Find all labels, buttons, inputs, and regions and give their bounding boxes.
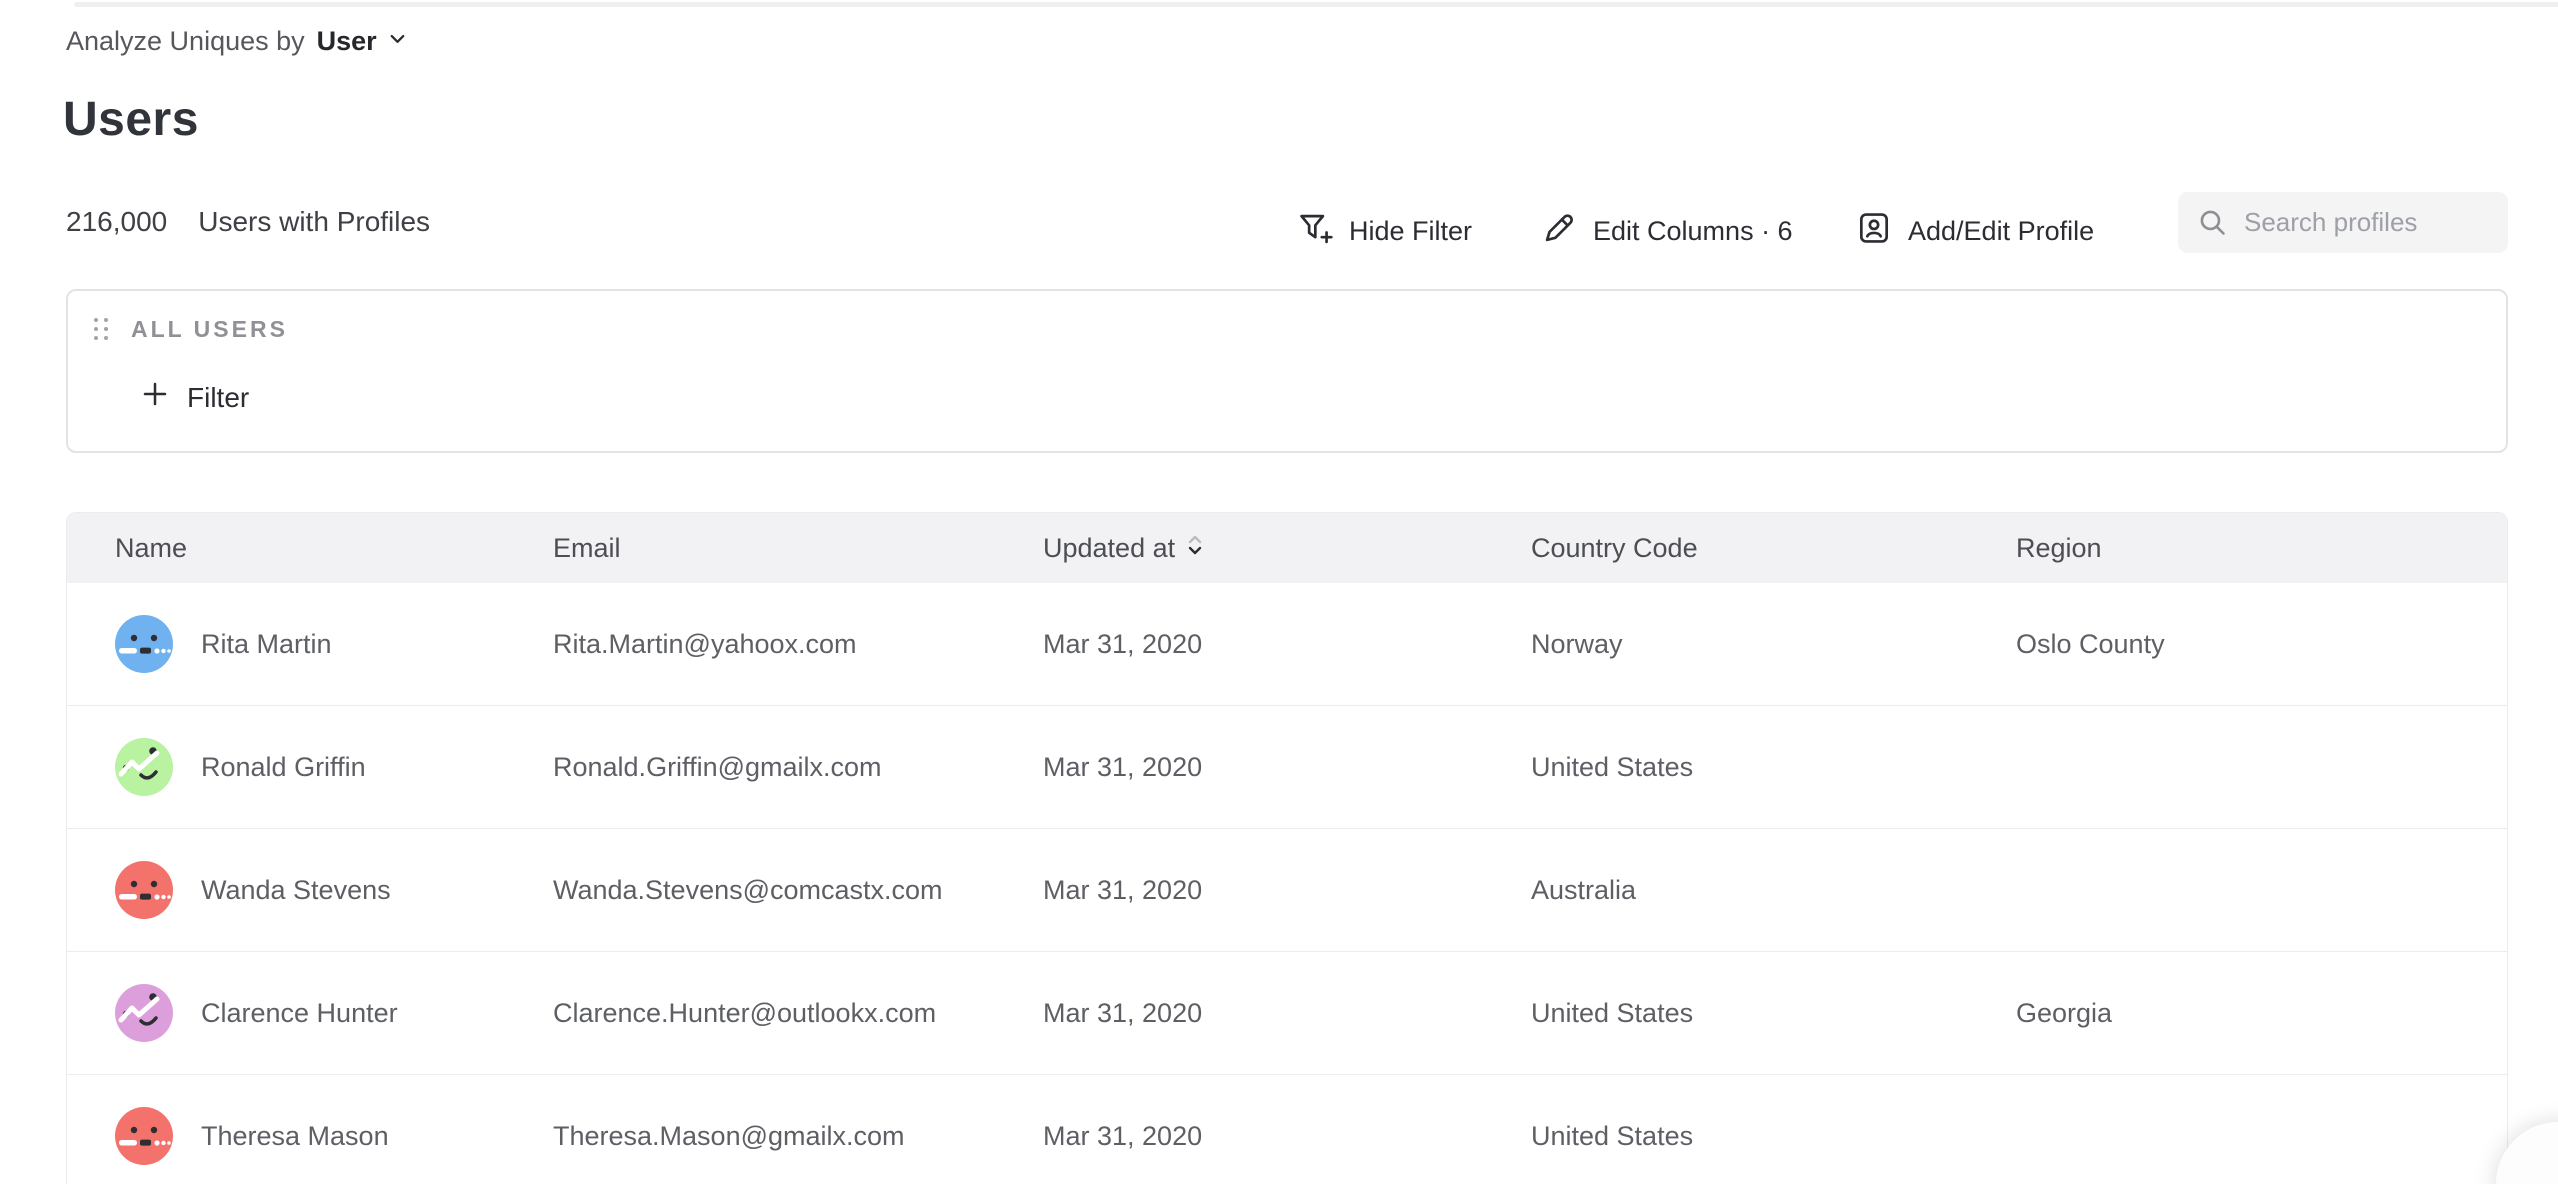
- filter-scope-label: ALL USERS: [131, 316, 288, 343]
- search-profiles-input[interactable]: [2178, 192, 2508, 253]
- avatar: [115, 1107, 173, 1165]
- user-email: Theresa.Mason@gmailx.com: [553, 1121, 1043, 1152]
- table-row[interactable]: Wanda Stevens Wanda.Stevens@comcastx.com…: [67, 829, 2507, 952]
- analyze-uniques-row: Analyze Uniques by User: [66, 26, 409, 57]
- add-edit-profile-label: Add/Edit Profile: [1908, 216, 2094, 247]
- user-country-code: United States: [1531, 1121, 2016, 1152]
- user-region: Georgia: [2016, 998, 2507, 1029]
- column-header-email[interactable]: Email: [553, 533, 1043, 564]
- user-country-code: United States: [1531, 998, 2016, 1029]
- plus-icon: [140, 379, 170, 416]
- user-email: Rita.Martin@yahoox.com: [553, 629, 1043, 660]
- user-email: Wanda.Stevens@comcastx.com: [553, 875, 1043, 906]
- page-title: Users: [63, 92, 199, 147]
- table-header-row: Name Email Updated at Country Code Regio…: [67, 513, 2507, 583]
- chevron-down-icon: [386, 26, 409, 57]
- column-header-region[interactable]: Region: [2016, 533, 2507, 564]
- user-name: Wanda Stevens: [201, 875, 391, 906]
- user-country-code: Australia: [1531, 875, 2016, 906]
- user-updated-at: Mar 31, 2020: [1043, 875, 1531, 906]
- analyze-uniques-label: Analyze Uniques by: [66, 26, 305, 57]
- pencil-icon: [1540, 209, 1578, 254]
- user-name: Theresa Mason: [201, 1121, 389, 1152]
- profile-count-row: 216,000 Users with Profiles: [66, 206, 430, 238]
- add-filter-button[interactable]: Filter: [140, 379, 249, 416]
- profile-count-label: Users with Profiles: [198, 206, 430, 238]
- user-country-code: United States: [1531, 752, 2016, 783]
- avatar: [115, 984, 173, 1042]
- hide-filter-label: Hide Filter: [1349, 216, 1472, 247]
- table-row[interactable]: Clarence Hunter Clarence.Hunter@outlookx…: [67, 952, 2507, 1075]
- user-email: Ronald.Griffin@gmailx.com: [553, 752, 1043, 783]
- column-header-updated-at[interactable]: Updated at: [1043, 532, 1531, 565]
- profile-card-icon: [1855, 209, 1893, 254]
- search-profiles: [2178, 192, 2508, 253]
- analyze-uniques-dropdown[interactable]: User: [317, 26, 409, 57]
- user-updated-at: Mar 31, 2020: [1043, 629, 1531, 660]
- drag-dots-icon[interactable]: [92, 316, 110, 342]
- user-updated-at: Mar 31, 2020: [1043, 998, 1531, 1029]
- user-email: Clarence.Hunter@outlookx.com: [553, 998, 1043, 1029]
- avatar: [115, 738, 173, 796]
- user-country-code: Norway: [1531, 629, 2016, 660]
- user-name: Ronald Griffin: [201, 752, 366, 783]
- add-edit-profile-button[interactable]: Add/Edit Profile: [1855, 198, 2094, 264]
- filter-panel: ALL USERS Filter: [66, 289, 2508, 453]
- table-row[interactable]: Theresa Mason Theresa.Mason@gmailx.com M…: [67, 1075, 2507, 1184]
- user-updated-at: Mar 31, 2020: [1043, 752, 1531, 783]
- avatar: [115, 861, 173, 919]
- avatar: [115, 615, 173, 673]
- user-name: Rita Martin: [201, 629, 332, 660]
- user-updated-at: Mar 31, 2020: [1043, 1121, 1531, 1152]
- users-table: Name Email Updated at Country Code Regio…: [66, 512, 2508, 1184]
- analyze-uniques-value: User: [317, 26, 377, 57]
- users-page: Analyze Uniques by User Users 216,000 Us…: [0, 0, 2558, 1184]
- funnel-plus-icon: [1296, 209, 1334, 254]
- table-row[interactable]: Ronald Griffin Ronald.Griffin@gmailx.com…: [67, 706, 2507, 829]
- edit-columns-button[interactable]: Edit Columns · 6: [1540, 198, 1793, 264]
- user-region: Oslo County: [2016, 629, 2507, 660]
- user-name: Clarence Hunter: [201, 998, 398, 1029]
- profile-count: 216,000: [66, 206, 167, 238]
- table-row[interactable]: Rita Martin Rita.Martin@yahoox.com Mar 3…: [67, 583, 2507, 706]
- hide-filter-button[interactable]: Hide Filter: [1296, 198, 1472, 264]
- column-header-name[interactable]: Name: [67, 533, 553, 564]
- edit-columns-label: Edit Columns · 6: [1593, 216, 1793, 247]
- filter-scope-row: ALL USERS: [92, 315, 288, 343]
- sort-carets-icon[interactable]: [1186, 532, 1204, 565]
- top-divider: [74, 2, 2558, 7]
- column-header-country-code[interactable]: Country Code: [1531, 533, 2016, 564]
- add-filter-label: Filter: [187, 382, 249, 414]
